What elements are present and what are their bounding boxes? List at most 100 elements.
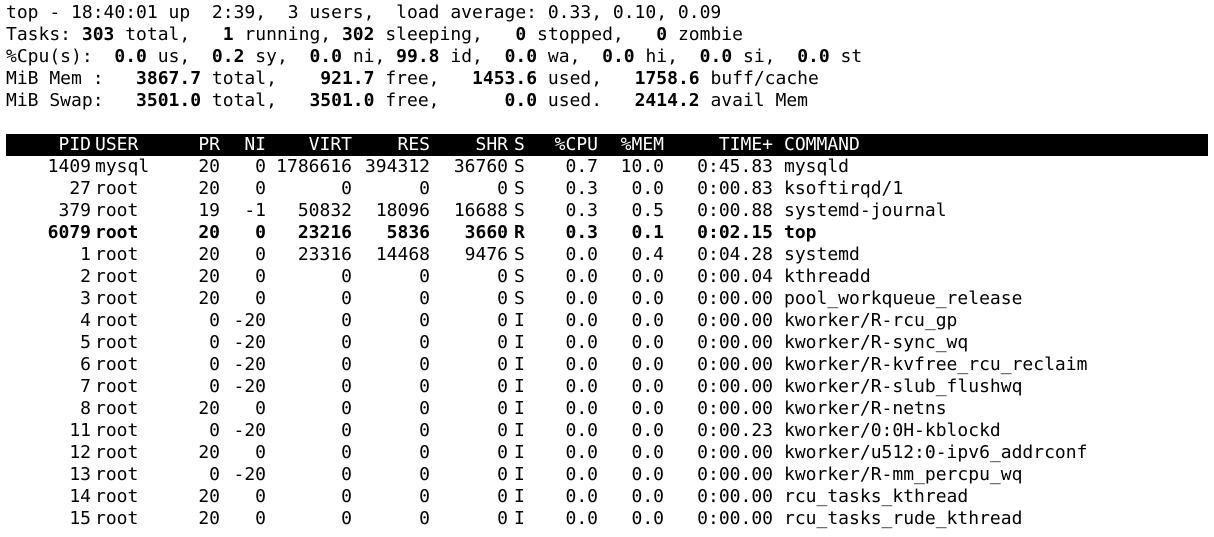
process-row[interactable]: 15 root 20 0 0 0 0 I 0.0 0.0 0:00.00 rcu_tasks_rude… (6, 508, 1214, 530)
process-time: 0:00.00 (697, 332, 773, 353)
mem-label: MiB Mem : (6, 68, 137, 89)
process-command: kworker/R-mm_percpu_wq (784, 464, 1023, 485)
process-time: 0:00.83 (697, 178, 773, 199)
process-virt: 0 (341, 266, 352, 287)
process-virt: 0 (341, 508, 352, 529)
col-virt: VIRT (308, 134, 352, 155)
process-pid: 379 (58, 200, 91, 221)
process-virt: 0 (341, 486, 352, 507)
process-row[interactable]: 6 root 0 -20 0 0 0 I 0.0 0.0 0:00.00 kworker/R-kvfr… (6, 354, 1214, 376)
process-virt: 0 (341, 398, 352, 419)
process-user: root (95, 178, 139, 199)
process-res: 0 (419, 486, 430, 507)
tasks-zombie: 0 (656, 24, 668, 45)
process-row[interactable]: 6079 root 20 0 23216 5836 3660 R 0.3 0.1 0:02.15 to… (6, 222, 1214, 244)
col-pid: PID (58, 134, 91, 155)
process-mem: 0.0 (631, 310, 664, 331)
process-time: 0:00.00 (697, 376, 773, 397)
process-ni: 0 (255, 156, 266, 177)
process-command: kworker/R-netns (784, 398, 947, 419)
process-res: 0 (419, 354, 430, 375)
process-list[interactable]: 1409 mysql 20 0 1786616 394312 36760 S 0.7 10.0 0:… (6, 156, 1214, 530)
process-pid: 1 (80, 244, 91, 265)
mem-line: MiB Mem : 3867.7 total, 921.7 free, 1453… (6, 68, 1214, 90)
uptime-line: top - 18:40:01 up 2:39, 3 users, load av… (6, 2, 722, 23)
process-cpu: 0.0 (565, 486, 598, 507)
process-cpu: 0.0 (565, 508, 598, 529)
cpu-us-label: us, (146, 46, 212, 67)
mem-used: 1453.6 (472, 68, 538, 89)
mem-free-label: free, (374, 68, 473, 89)
process-user: root (95, 398, 139, 419)
process-ni: 0 (255, 222, 266, 243)
swap-used-label: used. (537, 90, 635, 111)
process-row[interactable]: 11 root 0 -20 0 0 0 I 0.0 0.0 0:00.23 kworker/0:0H-… (6, 420, 1214, 442)
process-pr: 20 (198, 288, 220, 309)
process-state: S (514, 244, 525, 265)
process-pr: 0 (209, 332, 220, 353)
process-state: I (514, 420, 525, 441)
process-shr: 0 (497, 442, 508, 463)
process-time: 0:00.00 (697, 310, 773, 331)
process-row[interactable]: 3 root 20 0 0 0 0 S 0.0 0.0 0:00.00 pool_workqueue_… (6, 288, 1214, 310)
process-row[interactable]: 12 root 20 0 0 0 0 I 0.0 0.0 0:00.00 kworker/u512:0… (6, 442, 1214, 464)
process-pid: 15 (69, 508, 91, 529)
process-time: 0:00.00 (697, 464, 773, 485)
process-command: rcu_tasks_rude_kthread (784, 508, 1023, 529)
process-row[interactable]: 1 root 20 0 23316 14468 9476 S 0.0 0.4 0:04.28 syst… (6, 244, 1214, 266)
process-virt: 0 (341, 420, 352, 441)
process-cpu: 0.0 (565, 398, 598, 419)
tasks-stopped-label: stopped, (526, 24, 657, 45)
process-pr: 20 (198, 222, 220, 243)
swap-free-label: free, (374, 90, 505, 111)
process-shr: 0 (497, 464, 508, 485)
process-virt: 23216 (297, 222, 352, 243)
process-ni: -20 (233, 420, 266, 441)
process-command: systemd (784, 244, 860, 265)
process-virt: 50832 (297, 200, 352, 221)
process-row[interactable]: 7 root 0 -20 0 0 0 I 0.0 0.0 0:00.00 kworker/R-slub… (6, 376, 1214, 398)
process-row[interactable]: 13 root 0 -20 0 0 0 I 0.0 0.0 0:00.00 kworker/R-mm_… (6, 464, 1214, 486)
process-row[interactable]: 27 root 20 0 0 0 0 S 0.3 0.0 0:00.83 ksoftirqd/1 (6, 178, 1214, 200)
process-res: 0 (419, 464, 430, 485)
process-shr: 0 (497, 508, 508, 529)
process-state: I (514, 354, 525, 375)
swap-avail: 2414.2 (634, 90, 700, 111)
process-state: I (514, 376, 525, 397)
cpu-hi: 0.0 (602, 46, 635, 67)
tasks-running-label: running, (233, 24, 342, 45)
process-pr: 20 (198, 398, 220, 419)
swap-label: MiB Swap: (6, 90, 137, 111)
process-row[interactable]: 14 root 20 0 0 0 0 I 0.0 0.0 0:00.00 rcu_tasks_kthr… (6, 486, 1214, 508)
process-virt: 0 (341, 178, 352, 199)
process-user: root (95, 222, 139, 243)
cpu-st: 0.0 (797, 46, 830, 67)
cpu-ni: 0.0 (309, 46, 342, 67)
process-shr: 3660 (464, 222, 508, 243)
cpu-st-label: st (829, 46, 863, 67)
process-pr: 20 (198, 156, 220, 177)
process-mem: 0.5 (631, 200, 664, 221)
process-row[interactable]: 4 root 0 -20 0 0 0 I 0.0 0.0 0:00.00 kworker/R-rcu_… (6, 310, 1214, 332)
swap-total-label: total, (201, 90, 310, 111)
process-command: mysqld (784, 156, 850, 177)
cpu-wa-label: wa, (537, 46, 603, 67)
process-row[interactable]: 1409 mysql 20 0 1786616 394312 36760 S 0.7 10.0 0:… (6, 156, 1214, 178)
process-pid: 12 (69, 442, 91, 463)
process-mem: 0.4 (631, 244, 664, 265)
process-row[interactable]: 379 root 19 -1 50832 18096 16688 S 0.3 0.5 0:00.88… (6, 200, 1214, 222)
process-row[interactable]: 5 root 0 -20 0 0 0 I 0.0 0.0 0:00.00 kworker/R-sync… (6, 332, 1214, 354)
process-virt: 0 (341, 442, 352, 463)
process-ni: 0 (255, 288, 266, 309)
col-res: RES (397, 134, 430, 155)
process-row[interactable]: 2 root 20 0 0 0 0 S 0.0 0.0 0:00.04 kthreadd (6, 266, 1214, 288)
terminal-window[interactable]: top - 18:40:01 up 2:39, 3 users, load av… (6, 2, 1214, 530)
process-pid: 3 (80, 288, 91, 309)
process-state: I (514, 310, 525, 331)
process-shr: 0 (497, 332, 508, 353)
process-state: I (514, 332, 525, 353)
process-cpu: 0.0 (565, 266, 598, 287)
process-ni: 0 (255, 178, 266, 199)
tasks-total-label: total, (114, 24, 223, 45)
process-row[interactable]: 8 root 20 0 0 0 0 I 0.0 0.0 0:00.00 kworker/R-netns (6, 398, 1214, 420)
